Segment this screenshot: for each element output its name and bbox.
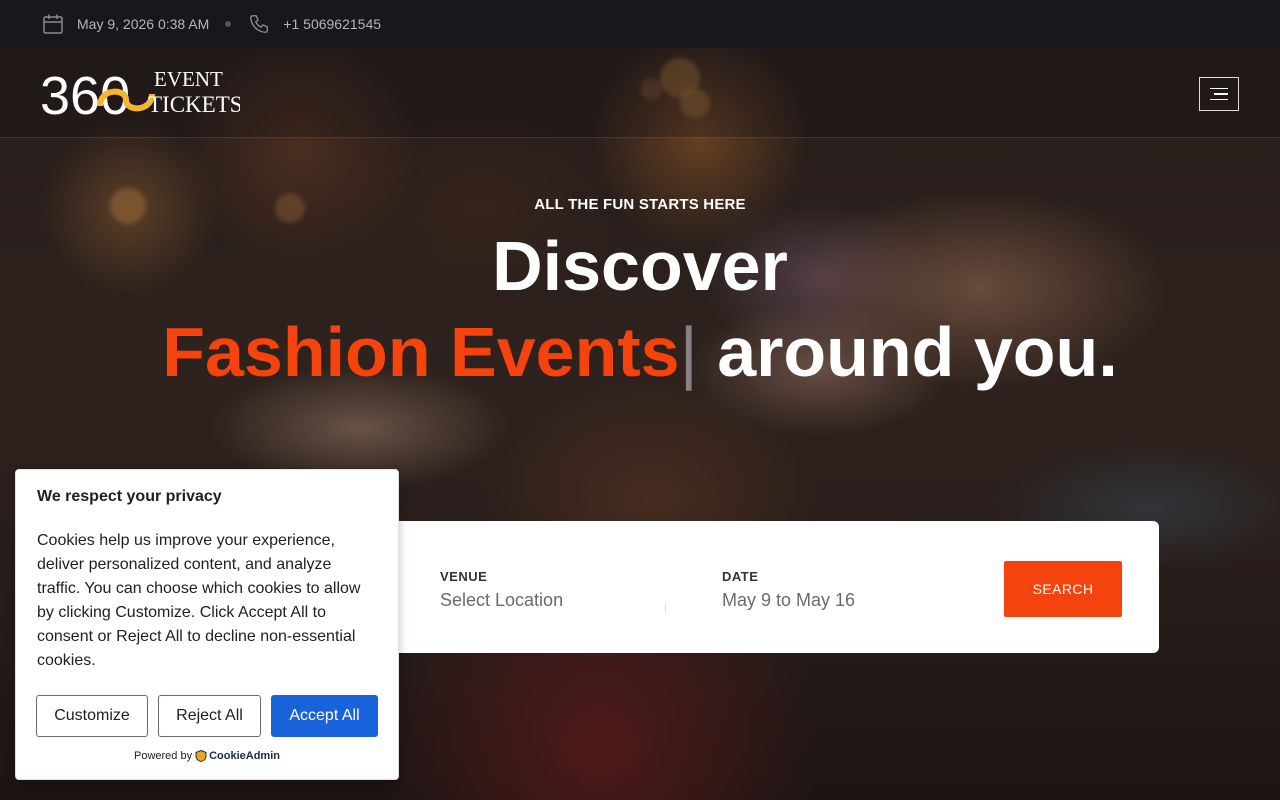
date-range-input[interactable]: May 9 to May 16 [722,590,855,611]
topbar-date: May 9, 2026 0:38 AM [42,13,209,35]
site-logo[interactable]: 360 EVENT TICKETS [40,66,243,126]
phone-icon [248,13,270,35]
typing-cursor: | [679,313,698,391]
field-divider [665,603,666,613]
cookieadmin-shield-icon [195,750,207,762]
search-button[interactable]: SEARCH [1004,561,1122,617]
cookie-title: We respect your privacy [37,488,222,505]
calendar-icon [42,13,64,35]
hero-headline-line1: Discover [492,227,788,305]
customize-button[interactable]: Customize [36,695,148,737]
hero-eyebrow: ALL THE FUN STARTS HERE [534,196,746,213]
hero-headline-rest: around you. [697,313,1118,391]
cookieadmin-link[interactable]: CookieAdmin [195,750,280,762]
hero-headline-line2: Fashion Events| around you. [0,312,1280,392]
venue-field[interactable]: VENUE Select Location [440,569,563,611]
date-label: DATE [722,569,759,584]
site-header: 360 EVENT TICKETS [0,48,1280,138]
cookieadmin-brand: CookieAdmin [209,750,280,762]
logo-event: EVENT [154,67,223,91]
top-bar: May 9, 2026 0:38 AM +1 5069621545 [0,0,1280,48]
topbar-phone-number[interactable]: +1 5069621545 [283,16,381,32]
venue-select[interactable]: Select Location [440,590,563,611]
cookie-description: Cookies help us improve your experience,… [37,532,361,669]
venue-label: VENUE [440,569,488,584]
menu-button[interactable] [1199,77,1239,111]
hero-headline-accent: Fashion Events [162,313,680,391]
date-field[interactable]: DATE May 9 to May 16 [722,569,855,611]
separator-dot [225,21,232,27]
event-search-form: VENUE Select Location DATE May 9 to May … [398,521,1159,653]
cookie-consent-banner: We respect your privacy Cookies help us … [15,469,399,780]
topbar-phone[interactable]: +1 5069621545 [248,13,381,35]
powered-by: Powered by CookieAdmin [16,750,398,762]
accept-all-button[interactable]: Accept All [271,695,378,737]
menu-icon [1210,87,1228,90]
powered-by-text: Powered by [134,750,193,762]
reject-all-button[interactable]: Reject All [158,695,261,737]
topbar-datetime: May 9, 2026 0:38 AM [77,16,210,32]
logo-tickets: TICKETS [148,92,240,117]
